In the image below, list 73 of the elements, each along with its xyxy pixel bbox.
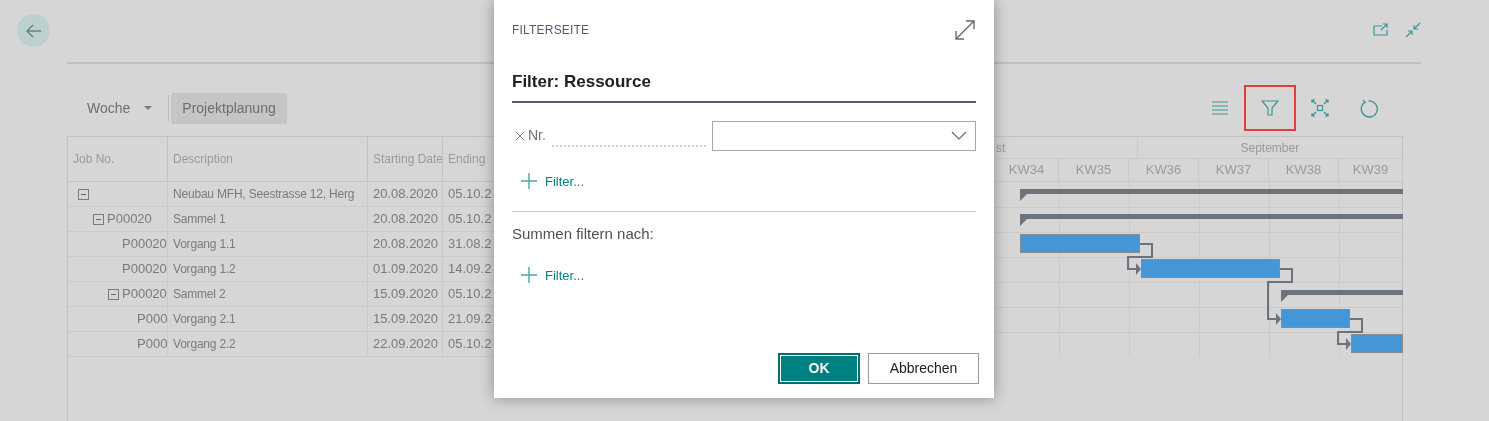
table-cell-text: Vorgang 1.2 xyxy=(173,261,236,278)
fit-to-screen-icon xyxy=(1311,99,1329,117)
table-cell-text: P00020 xyxy=(122,285,167,304)
table-cell-text: P00020 xyxy=(122,260,167,279)
dependency-arrow xyxy=(1337,318,1363,350)
list-icon xyxy=(1211,100,1229,116)
cancel-button[interactable]: Abbrechen xyxy=(868,353,979,384)
table-cell-text: Vorgang 2.2 xyxy=(173,336,236,353)
close-icon xyxy=(515,130,525,141)
tab[interactable]: Projektplanung xyxy=(171,92,287,124)
column-header[interactable]: Job No. xyxy=(68,137,168,181)
collapse-icon[interactable] xyxy=(108,288,119,300)
table-cell-text: 20.08.2020 xyxy=(373,210,439,229)
section-heading: Summen filtern nach: xyxy=(512,224,655,244)
add-filter-link[interactable]: Filter... xyxy=(521,265,976,285)
column-header[interactable]: Starting Date xyxy=(368,137,443,181)
table-cell-text: Vorgang 2.1 xyxy=(173,311,236,328)
table-cell-text: 20.08.2020 xyxy=(373,235,439,254)
ok-button[interactable]: OK xyxy=(778,353,860,384)
table-cell-text: 05.10.2 xyxy=(448,335,492,354)
dialog-title: Filter: Ressource xyxy=(512,71,652,93)
filter-button[interactable] xyxy=(1244,85,1296,131)
table-cell-text: Sammel 1 xyxy=(173,211,226,228)
table-cell-text: Sammel 2 xyxy=(173,286,226,303)
table-cell-text: 05.10.2 xyxy=(448,185,492,204)
table-cell-text: 01.09.2020 xyxy=(373,260,439,279)
caret-icon xyxy=(144,106,153,110)
week-label: KW37 xyxy=(1215,161,1252,180)
plus-icon xyxy=(521,173,537,190)
filter-icon xyxy=(1261,100,1279,116)
table-cell-text: P00020 xyxy=(122,235,167,254)
table-cell-text: P000 xyxy=(137,310,168,329)
expand-button[interactable] xyxy=(954,19,976,41)
week-label: KW39 xyxy=(1352,161,1389,180)
table-cell-text: P00020 xyxy=(107,210,152,229)
table-cell-text: 31.08.2 xyxy=(448,235,492,254)
table-cell-text: 15.09.2020 xyxy=(373,310,439,329)
chevron-down-icon xyxy=(951,131,967,140)
refresh-icon xyxy=(1358,98,1378,118)
collapse-icon[interactable] xyxy=(93,213,104,225)
table-cell-text: 14.09.2 xyxy=(448,260,492,279)
expand-icon xyxy=(954,19,976,41)
dependency-arrow xyxy=(1127,243,1153,275)
week-label: KW36 xyxy=(1145,161,1182,180)
task-bar xyxy=(1351,334,1403,353)
task-bar xyxy=(1281,309,1350,328)
table-cell-text: P000 xyxy=(137,335,168,354)
value-dropdown[interactable] xyxy=(712,120,976,151)
week-label: KW35 xyxy=(1075,161,1112,180)
table-cell-text: 15.09.2020 xyxy=(373,285,439,304)
table-cell-text: 05.10.2 xyxy=(448,210,492,229)
dialog-caption: FILTERSEITE xyxy=(512,22,590,39)
table-cell-text: 21.09.2 xyxy=(448,310,492,329)
table-cell-text: 20.08.2020 xyxy=(373,185,439,204)
column-header[interactable]: Ending xyxy=(443,137,495,181)
table-cell-text: 22.09.2020 xyxy=(373,335,439,354)
column-header[interactable]: Description xyxy=(168,137,368,181)
week-label: KW34 xyxy=(1008,161,1045,180)
collapse-icon[interactable] xyxy=(78,188,89,200)
month-label: September xyxy=(1240,139,1300,157)
view-dropdown[interactable]: Woche xyxy=(67,92,161,124)
table-cell-text: Neubau MFH, Seestrasse 12, Herg xyxy=(173,186,355,203)
field-label: Nr. xyxy=(528,126,546,145)
table-cell-text: 05.10.2 xyxy=(448,285,492,304)
plus-icon xyxy=(521,267,537,284)
dependency-arrow xyxy=(1267,268,1293,325)
week-label: KW38 xyxy=(1285,161,1322,180)
month-label: st xyxy=(996,139,1006,157)
table-cell-text: Vorgang 1.1 xyxy=(173,236,236,253)
back-button[interactable] xyxy=(17,14,50,47)
back-arrow-icon xyxy=(25,22,42,39)
add-filter-link[interactable]: Filter... xyxy=(521,171,976,191)
remove-filter-button[interactable] xyxy=(515,130,525,141)
